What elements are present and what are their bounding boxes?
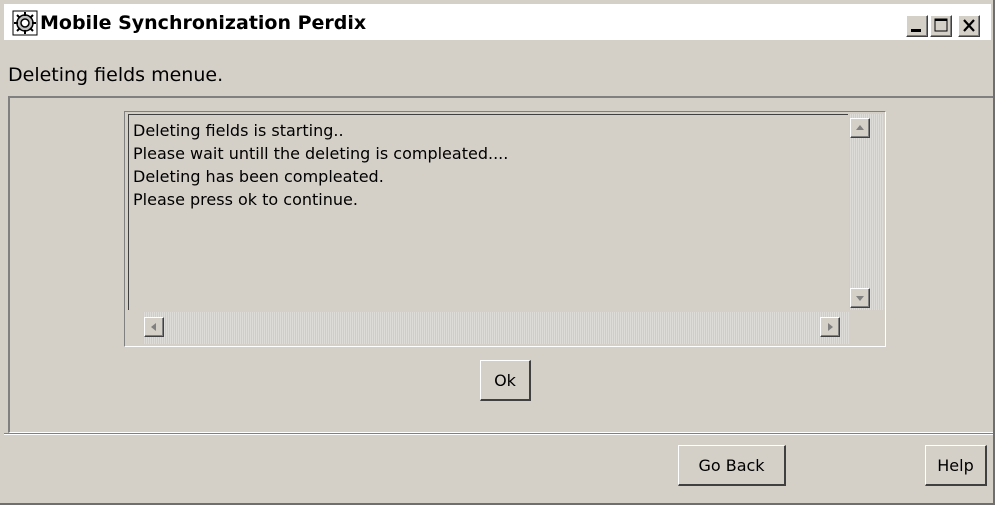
scroll-up-button[interactable]	[850, 118, 870, 138]
arrow-right-icon	[828, 323, 833, 331]
vertical-scrollbar-track[interactable]	[849, 114, 883, 310]
page-title: Deleting fields menue.	[8, 64, 224, 86]
log-line: Please press ok to continue.	[133, 190, 358, 209]
minimize-icon	[911, 29, 921, 32]
title-bar[interactable]: Mobile Synchronization Perdix	[4, 4, 991, 41]
arrow-left-icon	[151, 323, 156, 331]
ok-button[interactable]: Ok	[480, 360, 531, 401]
close-icon	[963, 19, 975, 32]
arrow-down-icon	[856, 296, 864, 301]
close-button[interactable]	[958, 15, 980, 37]
minimize-button[interactable]	[906, 15, 928, 37]
log-line: Deleting has been compleated.	[133, 167, 384, 186]
scroll-down-button[interactable]	[850, 288, 870, 308]
log-line: Please wait untill the deleting is compl…	[133, 144, 509, 163]
maximize-icon	[934, 18, 948, 32]
go-back-button[interactable]: Go Back	[678, 445, 786, 486]
help-button[interactable]: Help	[925, 445, 987, 486]
arrow-up-icon	[856, 125, 864, 130]
footer-divider	[4, 433, 993, 435]
log-text-area[interactable]: Deleting fields is starting.. Please wai…	[128, 114, 848, 310]
log-scroll-pane[interactable]: Deleting fields is starting.. Please wai…	[124, 111, 886, 347]
log-line: Deleting fields is starting..	[133, 121, 344, 140]
window-title: Mobile Synchronization Perdix	[40, 12, 367, 34]
horizontal-scrollbar-track[interactable]	[143, 312, 849, 344]
cog-app-icon	[12, 10, 38, 36]
scroll-right-button[interactable]	[820, 317, 840, 337]
app-window: Mobile Synchronization Perdix Deleting f…	[0, 0, 995, 505]
scroll-left-button[interactable]	[144, 317, 164, 337]
maximize-button[interactable]	[930, 15, 952, 37]
